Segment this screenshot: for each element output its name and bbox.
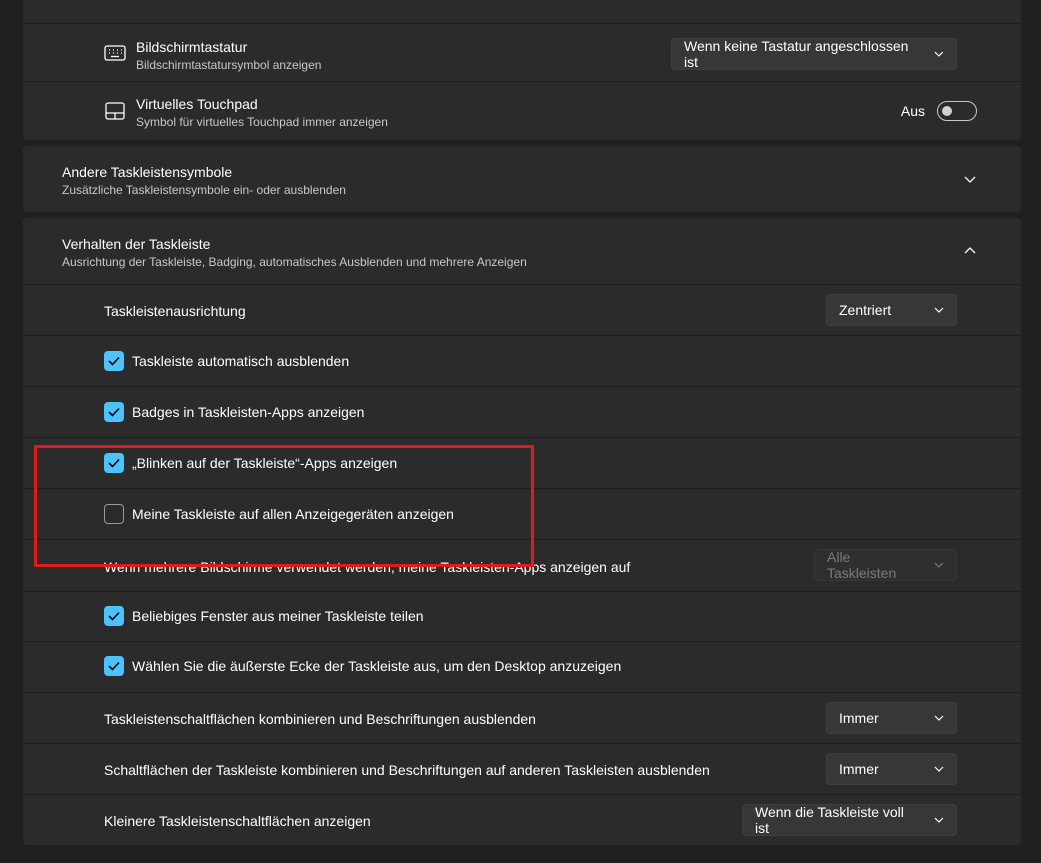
alignment-dropdown-value: Zentriert: [839, 302, 892, 318]
keyboard-subtitle: Bildschirmtastatursymbol anzeigen: [136, 58, 322, 72]
alignment-dropdown[interactable]: Zentriert: [826, 294, 957, 326]
combine-buttons-row: Taskleistenschaltflächen kombinieren und…: [23, 693, 1021, 743]
chevron-up-icon[interactable]: [963, 244, 977, 258]
share-window-checkbox[interactable]: [104, 606, 124, 626]
other-icons-text: Andere Taskleistensymbole Zusätzliche Ta…: [62, 164, 346, 197]
chevron-down-icon: [934, 766, 944, 772]
combine-other-dropdown[interactable]: Immer: [826, 753, 957, 785]
combine-buttons-label: Taskleistenschaltflächen kombinieren und…: [104, 711, 536, 727]
touchpad-icon: [104, 101, 126, 121]
smaller-buttons-row: Kleinere Taskleistenschaltflächen anzeig…: [23, 795, 1021, 845]
auto-hide-label: Taskleiste automatisch ausblenden: [132, 353, 350, 369]
other-icons-subtitle: Zusätzliche Taskleistensymbole ein- oder…: [62, 183, 346, 197]
behavior-subtitle: Ausrichtung der Taskleiste, Badging, aut…: [62, 255, 527, 269]
flashing-label: „Blinken auf der Taskleiste“-Apps anzeig…: [132, 455, 398, 471]
badges-label: Badges in Taskleisten-Apps anzeigen: [132, 404, 365, 420]
behavior-title: Verhalten der Taskleiste: [62, 236, 211, 252]
chevron-down-icon[interactable]: [963, 172, 977, 186]
alignment-row: Taskleistenausrichtung Zentriert: [23, 285, 1021, 335]
badges-row: Badges in Taskleisten-Apps anzeigen: [23, 387, 1021, 437]
flashing-checkbox[interactable]: [104, 453, 124, 473]
touchpad-toggle-group: Aus: [901, 101, 977, 121]
flashing-row: „Blinken auf der Taskleiste“-Apps anzeig…: [23, 438, 1021, 488]
combine-other-label: Schaltflächen der Taskleiste kombinieren…: [104, 762, 710, 778]
touchpad-title: Virtuelles Touchpad: [136, 96, 258, 112]
chevron-down-icon: [934, 51, 944, 57]
multi-monitor-row: Wenn mehrere Bildschirme verwendet werde…: [23, 540, 1021, 591]
all-displays-row: Meine Taskleiste auf allen Anzeigegeräte…: [23, 489, 1021, 539]
all-displays-label: Meine Taskleiste auf allen Anzeigegeräte…: [132, 506, 454, 522]
auto-hide-checkbox[interactable]: [104, 351, 124, 371]
far-corner-row: Wählen Sie die äußerste Ecke der Tasklei…: [23, 642, 1021, 692]
combine-other-row: Schaltflächen der Taskleiste kombinieren…: [23, 744, 1021, 794]
far-corner-checkbox[interactable]: [104, 656, 124, 676]
keyboard-dropdown[interactable]: Wenn keine Tastatur angeschlossen ist: [671, 38, 957, 70]
multi-monitor-label: Wenn mehrere Bildschirme verwendet werde…: [104, 559, 631, 575]
checkmark-icon: [108, 611, 120, 621]
chevron-down-icon: [934, 562, 944, 568]
badges-checkbox[interactable]: [104, 402, 124, 422]
multi-monitor-dropdown-value: Alle Taskleisten: [827, 549, 897, 581]
checkmark-icon: [108, 458, 120, 468]
multi-monitor-dropdown[interactable]: Alle Taskleisten: [814, 549, 957, 581]
keyboard-title: Bildschirmtastatur: [136, 39, 248, 55]
chevron-down-icon: [934, 715, 944, 721]
touchpad-toggle[interactable]: [937, 101, 977, 121]
combine-buttons-dropdown[interactable]: Immer: [826, 702, 957, 734]
other-icons-title: Andere Taskleistensymbole: [62, 164, 233, 180]
smaller-buttons-label: Kleinere Taskleistenschaltflächen anzeig…: [104, 813, 371, 829]
touchpad-toggle-label: Aus: [900, 103, 925, 119]
keyboard-icon: [104, 43, 126, 63]
keyboard-text: Bildschirmtastatur Bildschirmtastatursym…: [136, 39, 321, 72]
smaller-buttons-dropdown[interactable]: Wenn die Taskleiste voll ist: [742, 804, 957, 836]
alignment-label: Taskleistenausrichtung: [104, 303, 246, 319]
touchpad-subtitle: Symbol für virtuelles Touchpad immer anz…: [136, 115, 388, 129]
auto-hide-row: Taskleiste automatisch ausblenden: [23, 336, 1021, 386]
checkmark-icon: [108, 407, 120, 417]
share-window-row: Beliebiges Fenster aus meiner Taskleiste…: [23, 592, 1021, 641]
checkmark-icon: [108, 661, 120, 671]
combine-buttons-dropdown-value: Immer: [839, 710, 879, 726]
keyboard-row: Bildschirmtastatur Bildschirmtastatursym…: [23, 24, 1021, 81]
top-partial-row: [23, 0, 1021, 23]
far-corner-label: Wählen Sie die äußerste Ecke der Tasklei…: [132, 658, 622, 674]
keyboard-dropdown-value: Wenn keine Tastatur angeschlossen ist: [684, 38, 909, 70]
chevron-down-icon: [934, 817, 944, 823]
behavior-text: Verhalten der Taskleiste Ausrichtung der…: [62, 236, 527, 269]
combine-other-dropdown-value: Immer: [839, 761, 879, 777]
chevron-down-icon: [934, 307, 944, 313]
smaller-buttons-dropdown-value: Wenn die Taskleiste voll ist: [755, 804, 904, 836]
share-window-label: Beliebiges Fenster aus meiner Taskleiste…: [132, 608, 424, 624]
checkmark-icon: [108, 356, 120, 366]
behavior-expander[interactable]: Verhalten der Taskleiste Ausrichtung der…: [23, 218, 1021, 284]
other-icons-expander[interactable]: Andere Taskleistensymbole Zusätzliche Ta…: [23, 146, 1021, 212]
all-displays-checkbox[interactable]: [104, 504, 124, 524]
touchpad-text: Virtuelles Touchpad Symbol für virtuelle…: [136, 96, 388, 129]
touchpad-row: Virtuelles Touchpad Symbol für virtuelle…: [23, 82, 1021, 140]
